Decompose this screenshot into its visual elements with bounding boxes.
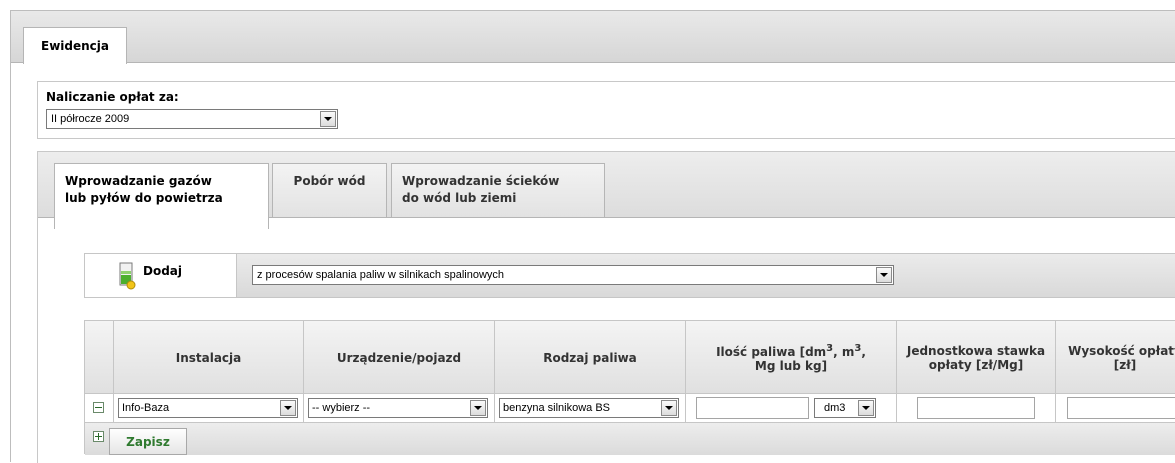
col-wysokosc-header: Wysokość opłaty [zł] bbox=[1056, 321, 1175, 394]
tab-gazy-pyly[interactable]: Wprowadzanie gazów lub pyłów do powietrz… bbox=[54, 163, 269, 229]
fuel-table: Instalacja Urządzenie/pojazd Rodzaj pali… bbox=[84, 320, 1175, 455]
rodzaj-cell: benzyna silnikowa BS bbox=[495, 394, 686, 422]
top-tab-bar: Ewidencja bbox=[11, 11, 1175, 64]
add-button-label: Dodaj bbox=[143, 264, 183, 278]
tab-label-line2: do wód lub ziemi bbox=[402, 191, 517, 205]
unit-select[interactable]: dm3 bbox=[814, 398, 876, 418]
unit-value: dm3 bbox=[824, 402, 846, 414]
row-toggle-cell bbox=[85, 394, 114, 422]
add-toolbar: Dodaj z procesów spalania paliw w silnik… bbox=[84, 253, 1175, 298]
wysokosc-input[interactable] bbox=[1067, 397, 1175, 419]
chevron-down-icon[interactable] bbox=[661, 400, 677, 416]
chevron-down-icon[interactable] bbox=[876, 267, 892, 283]
period-label: Naliczanie opłat za: bbox=[46, 90, 179, 104]
emission-category-value: z procesów spalania paliw w silnikach sp… bbox=[257, 269, 505, 281]
main-panel: Ewidencja Naliczanie opłat za: II półroc… bbox=[10, 10, 1175, 463]
chevron-down-icon[interactable] bbox=[470, 400, 486, 416]
add-button[interactable]: Dodaj bbox=[85, 254, 237, 297]
period-select-value: II półrocze 2009 bbox=[51, 113, 130, 125]
collapse-icon[interactable] bbox=[93, 402, 104, 413]
emission-category-select[interactable]: z procesów spalania paliw w silnikach sp… bbox=[252, 265, 894, 285]
rodzaj-value: benzyna silnikowa BS bbox=[503, 402, 611, 414]
urzadzenie-select[interactable]: -- wybierz -- bbox=[308, 398, 488, 418]
tab-pobor-wod[interactable]: Pobór wód bbox=[272, 163, 387, 218]
col-urzadzenie-header: Urządzenie/pojazd bbox=[304, 321, 495, 394]
table-header: Instalacja Urządzenie/pojazd Rodzaj pali… bbox=[85, 321, 1175, 394]
stawka-input[interactable] bbox=[917, 397, 1035, 419]
urzadzenie-cell: -- wybierz -- bbox=[304, 394, 495, 422]
wysokosc-cell bbox=[1056, 394, 1175, 422]
tab-label-line1: Wprowadzanie ścieków bbox=[402, 174, 560, 188]
rodzaj-select[interactable]: benzyna silnikowa BS bbox=[499, 398, 679, 418]
expand-icon[interactable] bbox=[93, 431, 104, 442]
instalacja-value: Info-Baza bbox=[122, 402, 170, 414]
col-stawka-header: Jednostkowa stawka opłaty [zł/Mg] bbox=[897, 321, 1056, 394]
col-ilosc-header: Ilość paliwa [dm3, m3, Mg lub kg] bbox=[686, 321, 897, 394]
stawka-cell bbox=[897, 394, 1056, 422]
period-section: Naliczanie opłat za: II półrocze 2009 bbox=[37, 81, 1175, 139]
tab-ewidencja[interactable]: Ewidencja bbox=[23, 27, 127, 64]
instalacja-select[interactable]: Info-Baza bbox=[118, 398, 298, 418]
period-select[interactable]: II półrocze 2009 bbox=[46, 109, 338, 129]
chevron-down-icon[interactable] bbox=[858, 400, 874, 416]
urzadzenie-value: -- wybierz -- bbox=[312, 402, 371, 414]
tab-label-line2: lub pyłów do powietrza bbox=[65, 191, 223, 205]
table-row: Info-Baza -- wybierz -- benzyna silnikow… bbox=[85, 394, 1175, 423]
tab-scieki[interactable]: Wprowadzanie ścieków do wód lub ziemi bbox=[391, 163, 605, 218]
tab-label-line1: Pobór wód bbox=[293, 174, 366, 188]
instalacja-cell: Info-Baza bbox=[114, 394, 304, 422]
chevron-down-icon[interactable] bbox=[320, 111, 336, 127]
ilosc-input[interactable] bbox=[696, 397, 809, 419]
fees-panel: Wprowadzanie gazów lub pyłów do powietrz… bbox=[37, 151, 1175, 463]
save-button[interactable]: Zapisz bbox=[109, 428, 187, 455]
tab-label-line1: Wprowadzanie gazów bbox=[65, 174, 212, 188]
col-rodzaj-header: Rodzaj paliwa bbox=[495, 321, 686, 394]
table-footer: Zapisz bbox=[85, 423, 1175, 455]
col-instalacja-header: Instalacja bbox=[114, 321, 304, 394]
chevron-down-icon[interactable] bbox=[280, 400, 296, 416]
add-document-icon bbox=[119, 262, 136, 290]
col-toggle-header bbox=[85, 321, 114, 394]
ilosc-cell: dm3 bbox=[686, 394, 897, 422]
